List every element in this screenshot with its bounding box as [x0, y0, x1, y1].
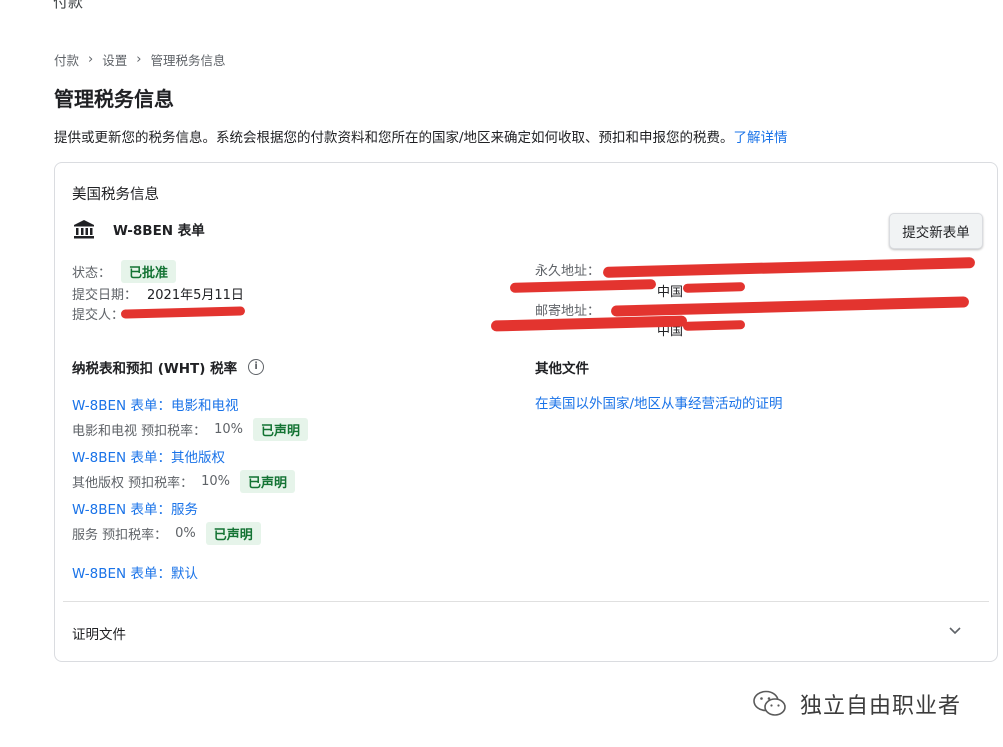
breadcrumb-settings[interactable]: 设置: [102, 50, 127, 69]
submitter-row: 提交人：: [72, 304, 124, 323]
info-icon[interactable]: i: [248, 359, 265, 375]
status-row: 状态： 已批准: [72, 260, 177, 283]
status-label: 状态：: [72, 266, 112, 281]
wht-link-other-copyright[interactable]: W-8BEN 表单：其他版权: [72, 446, 225, 466]
proof-docs-title: 证明文件: [72, 627, 126, 643]
submitted-date-label: 提交日期：: [72, 288, 138, 303]
rate-value: 10%: [214, 422, 244, 437]
watermark-text: 独立自由职业者: [800, 694, 962, 719]
declared-badge: 已声明: [240, 470, 296, 493]
declared-badge: 已声明: [205, 522, 261, 545]
declared-badge: 已声明: [253, 418, 309, 441]
watermark: 独立自由职业者: [752, 688, 961, 720]
rate-value: 0%: [175, 526, 196, 541]
submitter-label: 提交人：: [72, 308, 125, 323]
redaction-mark: [682, 282, 746, 293]
learn-more-link[interactable]: 了解详情: [734, 130, 788, 146]
chevron-down-icon[interactable]: [947, 622, 963, 638]
form-name: W-8BEN 表单: [113, 223, 205, 239]
mailing-address-label: 邮寄地址：: [535, 304, 601, 319]
wht-link-services[interactable]: W-8BEN 表单：服务: [72, 498, 198, 518]
rate-label: 电影和电视 预扣税率：: [72, 424, 207, 439]
redaction-mark: [120, 306, 246, 319]
rate-label: 服务 预扣税率：: [72, 528, 168, 543]
wht-rate-row: 服务 预扣税率： 0% 已声明: [72, 522, 261, 545]
redaction-mark: [509, 279, 657, 293]
submitted-date-row: 提交日期： 2021年5月11日: [72, 284, 244, 303]
wechat-icon: [753, 690, 786, 716]
form-header: W-8BEN 表单: [73, 219, 205, 239]
wht-link-default[interactable]: W-8BEN 表单：默认: [72, 562, 198, 582]
breadcrumb-current: 管理税务信息: [150, 53, 226, 68]
permanent-address-label: 永久地址：: [535, 264, 601, 279]
chevron-right-icon: ›: [88, 52, 94, 67]
rate-label: 其他版权 预扣税率：: [72, 476, 194, 491]
breadcrumb: 付款 › 设置 › 管理税务信息: [54, 50, 225, 69]
rate-value: 10%: [201, 474, 231, 489]
page-title: 管理税务信息: [54, 87, 174, 111]
bank-icon: [73, 219, 95, 239]
status-badge: 已批准: [121, 260, 177, 283]
wht-section-title: 纳税表和预扣 (WHT) 税率 i: [72, 357, 265, 377]
redaction-mark: [682, 320, 746, 331]
chevron-right-icon: ›: [136, 52, 142, 67]
other-docs-title: 其他文件: [535, 361, 589, 377]
other-docs-link[interactable]: 在美国以外国家/地区从事经营活动的证明: [535, 392, 783, 412]
submit-new-form-button[interactable]: 提交新表单: [889, 213, 983, 249]
wht-title-text: 纳税表和预扣 (WHT) 税率: [72, 361, 238, 377]
divider: [63, 601, 989, 602]
header-cut-text: 付款: [53, 0, 84, 11]
submitted-date-value: 2021年5月11日: [147, 288, 244, 303]
breadcrumb-payments[interactable]: 付款: [54, 50, 79, 69]
wht-rate-row: 电影和电视 预扣税率： 10% 已声明: [72, 418, 309, 441]
redaction-mark: [602, 257, 976, 278]
us-tax-info-card: 美国税务信息 W-8BEN 表单 提交新表单 状态： 已批准 提交日期： 202…: [54, 162, 998, 662]
wht-link-film-tv[interactable]: W-8BEN 表单：电影和电视: [72, 394, 238, 414]
description-text: 提供或更新您的税务信息。系统会根据您的付款资料和您所在的国家/地区来确定如何收取…: [54, 130, 734, 146]
wht-rate-row: 其他版权 预扣税率： 10% 已声明: [72, 470, 296, 493]
permanent-address-city: 中国: [657, 285, 684, 300]
card-title: 美国税务信息: [72, 187, 159, 203]
page-description: 提供或更新您的税务信息。系统会根据您的付款资料和您所在的国家/地区来确定如何收取…: [54, 126, 788, 146]
